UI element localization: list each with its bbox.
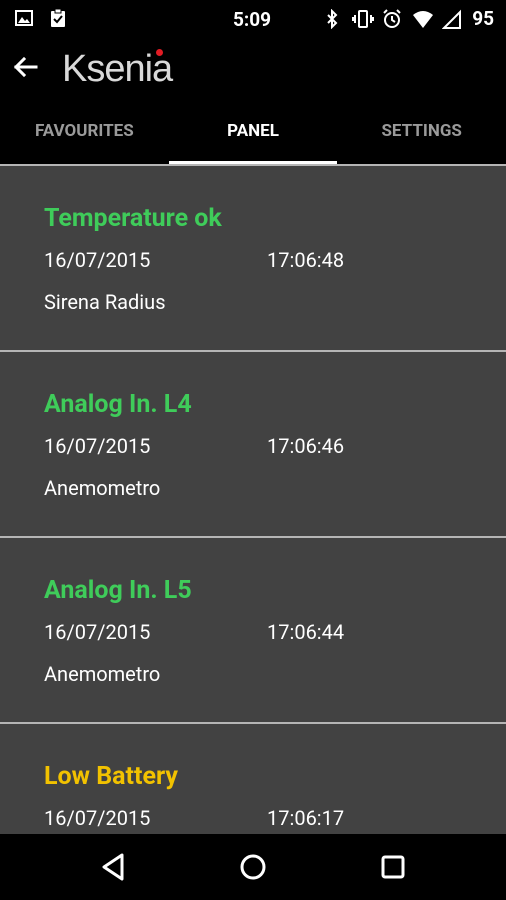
bluetooth-icon xyxy=(322,8,342,29)
image-icon xyxy=(14,8,34,28)
event-title: Temperature ok xyxy=(44,204,222,233)
event-title: Analog In. L5 xyxy=(44,576,192,605)
event-time: 17:06:17 xyxy=(267,806,345,830)
event-date: 16/07/2015 xyxy=(44,248,151,272)
tab-favourites[interactable]: FAVOURITES xyxy=(0,106,169,164)
event-title: Low Battery xyxy=(44,762,178,791)
recents-square-icon[interactable] xyxy=(376,850,410,884)
status-time: 5:09 xyxy=(233,8,272,31)
event-time: 17:06:44 xyxy=(267,620,345,644)
event-source: Sirena Radius xyxy=(44,290,166,314)
event-time: 17:06:46 xyxy=(267,434,345,458)
event-date: 16/07/2015 xyxy=(44,806,151,830)
signal-icon xyxy=(441,9,462,29)
back-triangle-icon[interactable] xyxy=(96,850,130,884)
event-date: 16/07/2015 xyxy=(44,620,151,644)
event-list[interactable]: Temperature ok 16/07/2015 17:06:48 Siren… xyxy=(0,164,506,834)
alarm-icon xyxy=(382,8,402,29)
list-item[interactable]: Low Battery 16/07/2015 17:06:17 xyxy=(0,722,506,834)
clipboard-check-icon xyxy=(48,8,68,28)
app-bar: Ksenia xyxy=(0,38,506,106)
event-time: 17:06:48 xyxy=(267,248,345,272)
logo-dot xyxy=(156,49,163,56)
wifi-icon xyxy=(412,9,434,29)
back-arrow-icon[interactable] xyxy=(10,52,40,82)
list-item[interactable]: Temperature ok 16/07/2015 17:06:48 Siren… xyxy=(0,164,506,350)
tab-settings[interactable]: SETTINGS xyxy=(337,106,506,164)
battery-level: 95 xyxy=(472,7,494,30)
vibrate-icon xyxy=(352,9,375,29)
tab-panel[interactable]: PANEL xyxy=(168,106,338,164)
event-source: Anemometro xyxy=(44,662,161,686)
home-circle-icon[interactable] xyxy=(236,850,270,884)
event-source: Anemometro xyxy=(44,476,161,500)
event-date: 16/07/2015 xyxy=(44,434,151,458)
list-item[interactable]: Analog In. L4 16/07/2015 17:06:46 Anemom… xyxy=(0,350,506,536)
event-title: Analog In. L4 xyxy=(44,390,192,419)
list-item[interactable]: Analog In. L5 16/07/2015 17:06:44 Anemom… xyxy=(0,536,506,722)
status-bar: 5:09 95 xyxy=(0,0,506,38)
tab-bar: FAVOURITES PANEL SETTINGS xyxy=(0,106,506,164)
navigation-bar xyxy=(0,834,506,900)
